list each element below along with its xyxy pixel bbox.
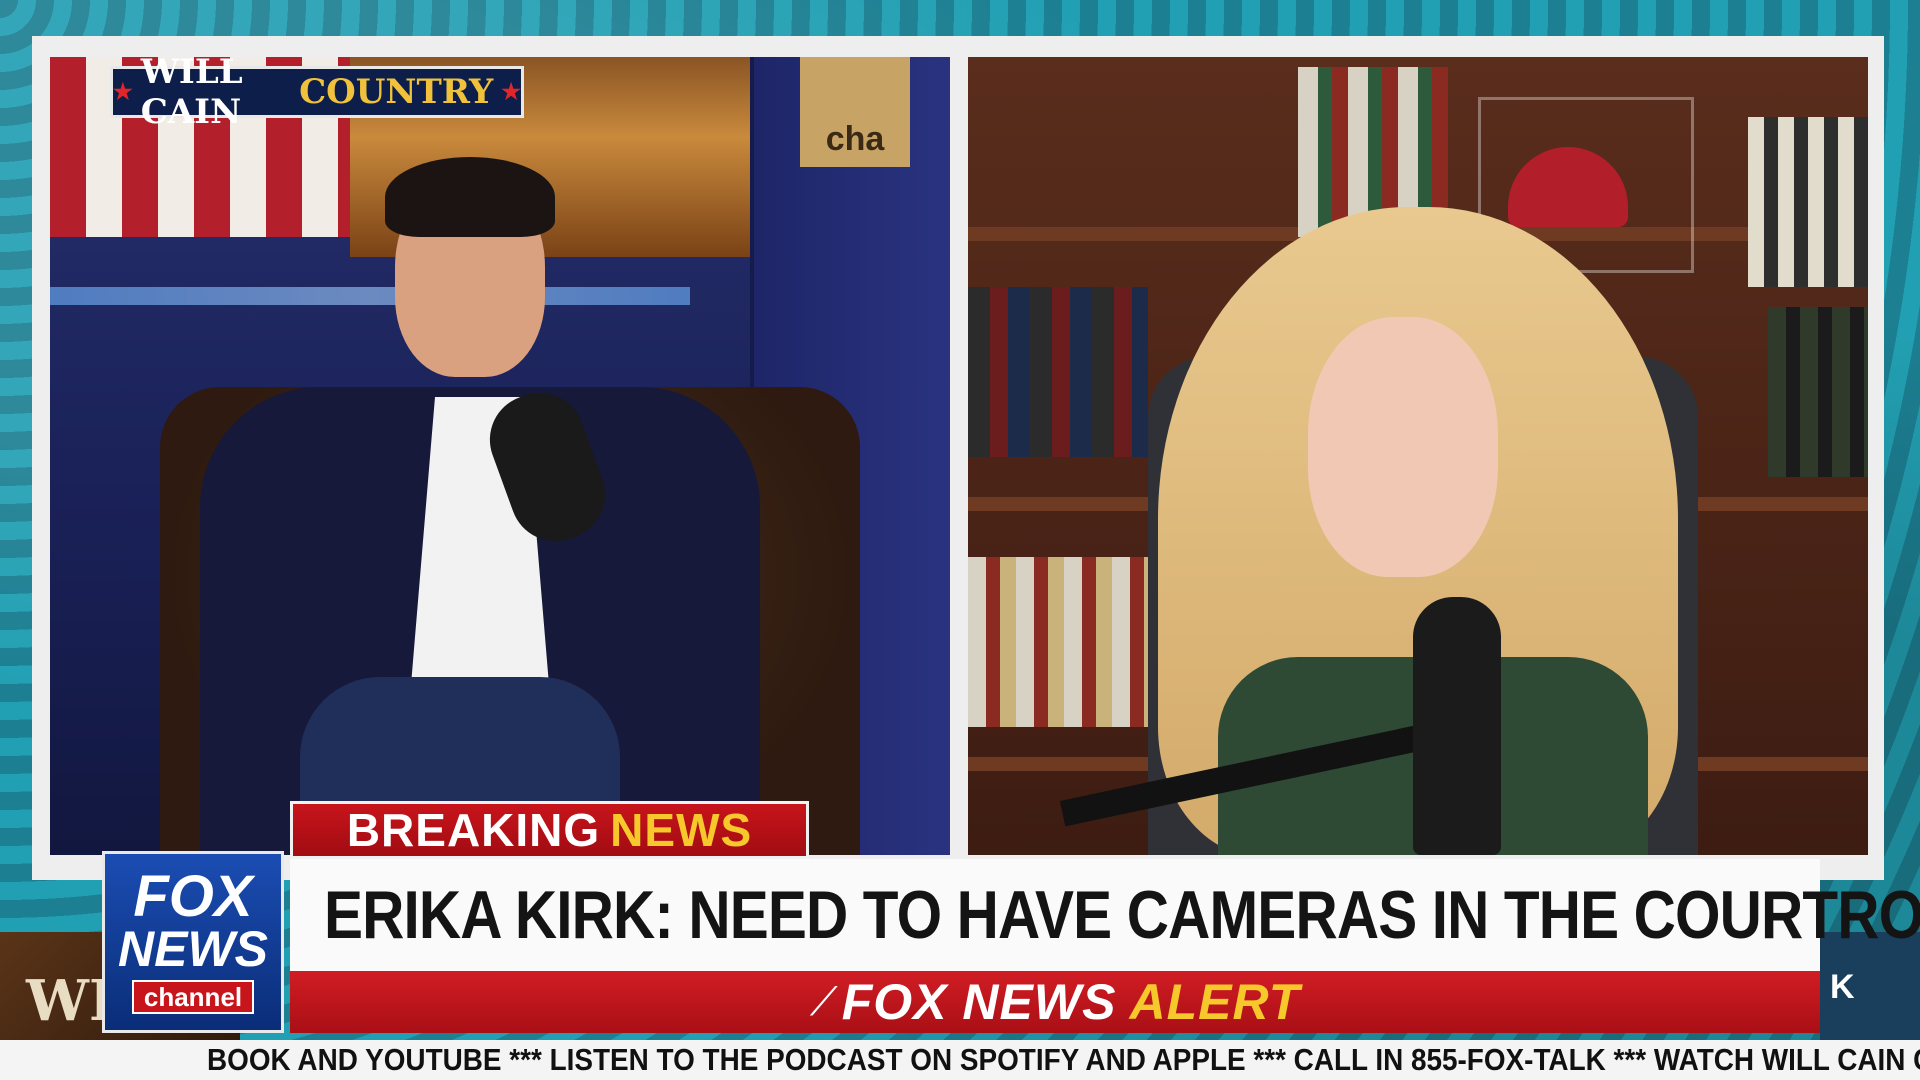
headline-bar: ERIKA KIRK: NEED TO HAVE CAMERAS IN THE … (290, 859, 1920, 971)
right-stub-text: K (1830, 967, 1855, 1006)
door-sign: cha (800, 57, 910, 167)
fox-logo-line2: NEWS (118, 921, 268, 977)
books (968, 287, 1148, 457)
fox-logo-line1: FOX (133, 864, 253, 929)
fox-news-channel-logo: FOX NEWS channel (102, 851, 284, 1033)
guest-microphone (1413, 597, 1501, 855)
books (1748, 117, 1868, 287)
guest-video-panel (968, 57, 1868, 855)
news-word: NEWS (610, 804, 753, 856)
show-logo-name: WILL CAIN (140, 52, 243, 132)
ticker-text: BOOK AND YOUTUBE *** LISTEN TO THE PODCA… (207, 1042, 1920, 1077)
alert-slash-icon: ⟋ (809, 979, 838, 1024)
star-icon: ★ (113, 79, 133, 105)
host-video-panel: cha (50, 57, 950, 855)
alert-brand: FOX NEWS (841, 974, 1117, 1030)
breaking-news-tag: BREAKING NEWS (290, 801, 809, 859)
host-hair (385, 157, 555, 237)
star-icon: ★ (501, 79, 521, 105)
fox-logo-line3: channel (131, 980, 255, 1014)
breaking-word: BREAKING (346, 804, 601, 856)
show-logo-badge: ★ WILL CAIN COUNTRY ★ (110, 52, 524, 132)
books (968, 557, 1148, 727)
show-logo-country: COUNTRY (299, 72, 494, 112)
headline-text: ERIKA KIRK: NEED TO HAVE CAMERAS IN THE … (324, 877, 1920, 953)
led-strip (50, 287, 690, 305)
news-ticker: BOOK AND YOUTUBE *** LISTEN TO THE PODCA… (0, 1040, 1920, 1080)
fox-news-alert-bar: ⟋ FOX NEWS ALERT (290, 971, 1820, 1033)
guest-face (1308, 317, 1498, 577)
books (1768, 307, 1868, 477)
alert-text: FOX NEWS ALERT (842, 973, 1300, 1031)
alert-word: ALERT (1129, 974, 1301, 1030)
